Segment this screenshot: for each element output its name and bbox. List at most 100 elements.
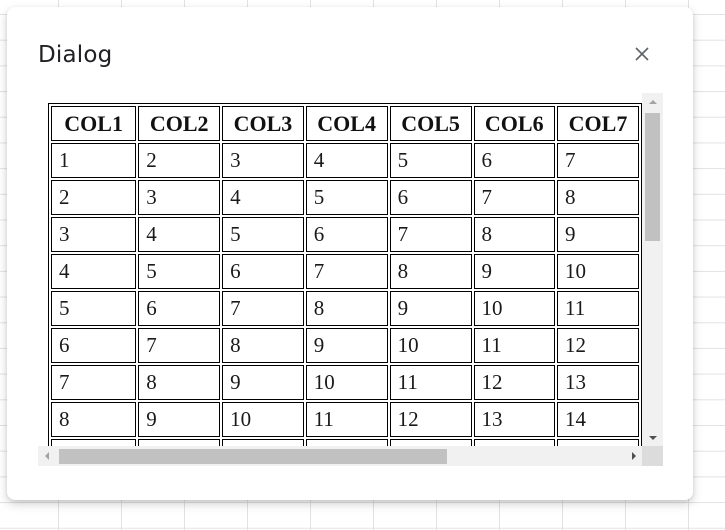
table-cell: 12: [473, 365, 556, 400]
table-cell: 3: [51, 217, 137, 252]
table-cell: 6: [389, 180, 472, 215]
table-cell: [473, 439, 556, 446]
table-cell: 11: [473, 328, 556, 363]
arrow-down-icon: [648, 435, 657, 440]
table-cell: 10: [473, 291, 556, 326]
column-header: COL3: [222, 106, 304, 141]
table-cell: [222, 439, 304, 446]
table-cell: 11: [557, 291, 639, 326]
table-row: 3456789: [51, 217, 639, 252]
table-cell: 9: [473, 254, 556, 289]
scroll-down-button[interactable]: [642, 429, 663, 446]
data-table: COL1 COL2 COL3 COL4 COL5 COL6 COL7 12345…: [48, 103, 642, 446]
table-cell: 9: [557, 217, 639, 252]
table-cell: 6: [305, 217, 388, 252]
table-cell: 7: [51, 365, 137, 400]
table-cell: 5: [305, 180, 388, 215]
column-header: COL4: [305, 106, 388, 141]
table-cell: 10: [222, 402, 304, 437]
arrow-up-icon: [648, 99, 657, 104]
table-cell: 8: [389, 254, 472, 289]
table-cell: 8: [473, 217, 556, 252]
close-icon: [635, 46, 649, 64]
column-header: COL7: [557, 106, 639, 141]
table-cell: [51, 439, 137, 446]
table-cell: 8: [557, 180, 639, 215]
scroll-left-button[interactable]: [38, 446, 55, 466]
arrow-right-icon: [631, 452, 636, 460]
dialog-title: Dialog: [38, 42, 113, 68]
table-cell: 10: [557, 254, 639, 289]
column-header: COL2: [138, 106, 221, 141]
table-cell: 3: [222, 143, 304, 178]
table-cell: 2: [138, 143, 221, 178]
scroll-right-button[interactable]: [625, 446, 642, 466]
table-row: [51, 439, 639, 446]
table-cell: 9: [222, 365, 304, 400]
table-cell: 7: [473, 180, 556, 215]
table-cell: 13: [473, 402, 556, 437]
table-body: 1 2 3 4 5 6 7 2 3 4 5 6 7 8 3 4 5 6 7 8 9 4 5 6 7 8 9 10 5 6 7 8 9 10 11 6 7…: [51, 143, 639, 446]
table-cell: 9: [138, 402, 221, 437]
table-cell: 8: [51, 402, 137, 437]
column-header: COL6: [473, 106, 556, 141]
scrollbar-corner: [642, 446, 663, 466]
table-cell: 7: [222, 291, 304, 326]
table-row: 4 5 6 7 8 9 10: [51, 254, 639, 289]
dialog: Dialog COL1 COL2 COL3 COL4 COL5 COL6 COL…: [7, 7, 693, 500]
table-cell: 13: [557, 365, 639, 400]
scroll-up-button[interactable]: [642, 93, 663, 110]
horizontal-scrollbar-thumb[interactable]: [59, 449, 447, 464]
table-cell: 14: [557, 402, 639, 437]
column-header: COL5: [389, 106, 472, 141]
table-cell: 12: [557, 328, 639, 363]
table-cell: 6: [51, 328, 137, 363]
vertical-scrollbar[interactable]: [642, 93, 663, 446]
table-cell: 1: [51, 143, 137, 178]
table-row: 2345678: [51, 180, 639, 215]
table-row: 8 9 10 11 12 13 14: [51, 402, 639, 437]
table-cell: 7: [557, 143, 639, 178]
table-cell: 11: [305, 402, 388, 437]
table-cell: [305, 439, 388, 446]
table-scroll-viewport[interactable]: COL1 COL2 COL3 COL4 COL5 COL6 COL7 12345…: [38, 93, 663, 466]
table-cell: 5: [389, 143, 472, 178]
table-row: 1234567: [51, 143, 639, 178]
table-cell: 7: [138, 328, 221, 363]
table-cell: 10: [389, 328, 472, 363]
table-cell: 4: [51, 254, 137, 289]
table-cell: 2: [51, 180, 137, 215]
table-cell: 12: [389, 402, 472, 437]
table-cell: 8: [138, 365, 221, 400]
table-cell: 4: [222, 180, 304, 215]
table-cell: 6: [473, 143, 556, 178]
table-cell: 9: [305, 328, 388, 363]
table-header-row: COL1 COL2 COL3 COL4 COL5 COL6 COL7: [51, 106, 639, 141]
table-cell: [557, 439, 639, 446]
table-cell: 6: [222, 254, 304, 289]
table-cell: 9: [389, 291, 472, 326]
table-row: 5 6 7 8 9 10 11: [51, 291, 639, 326]
scroll-content: COL1 COL2 COL3 COL4 COL5 COL6 COL7 12345…: [38, 93, 642, 446]
table-cell: 3: [138, 180, 221, 215]
column-header: COL1: [51, 106, 137, 141]
table-cell: 7: [389, 217, 472, 252]
table-cell: 5: [222, 217, 304, 252]
table-cell: 5: [51, 291, 137, 326]
table-cell: 4: [138, 217, 221, 252]
table-cell: 4: [305, 143, 388, 178]
table-cell: [389, 439, 472, 446]
horizontal-scrollbar[interactable]: [38, 446, 642, 466]
vertical-scrollbar-thumb[interactable]: [645, 113, 660, 241]
table-cell: 5: [138, 254, 221, 289]
table-cell: 8: [222, 328, 304, 363]
arrow-left-icon: [44, 452, 49, 460]
table-cell: 6: [138, 291, 221, 326]
close-button[interactable]: [629, 42, 655, 68]
table-row: 7 8 9 10 11 12 13: [51, 365, 639, 400]
table-cell: 7: [305, 254, 388, 289]
table-row: 6 7 8 9 10 11 12: [51, 328, 639, 363]
table-cell: [138, 439, 221, 446]
table-cell: 11: [389, 365, 472, 400]
table-cell: 8: [305, 291, 388, 326]
